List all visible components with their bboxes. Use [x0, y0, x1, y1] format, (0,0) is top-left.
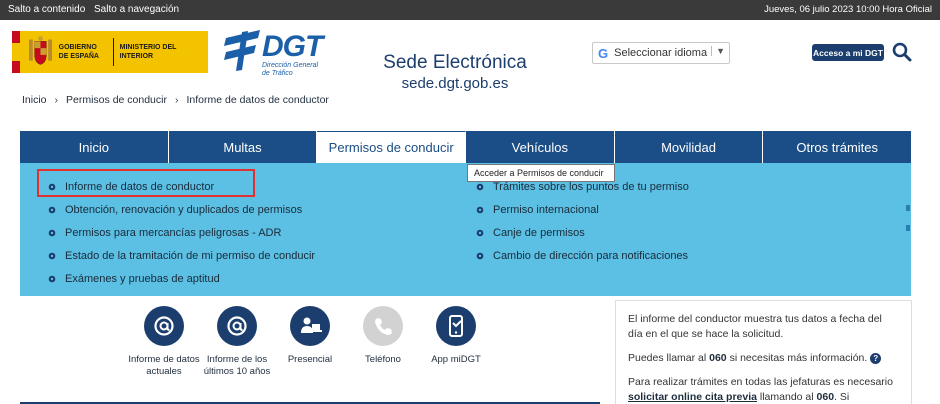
quick-option-label: Presencial	[287, 354, 333, 365]
access-my-dgt-button[interactable]: Acceso a mi DGT	[812, 44, 884, 61]
gobierno-text: GOBIERNO DE ESPAÑA	[58, 44, 99, 60]
dgt-logo[interactable]: DGT Dirección General de Tráfico	[222, 26, 332, 80]
sede-title: Sede Electrónica	[383, 52, 527, 73]
menu-item[interactable]: Estado de la tramitación de mi permiso d…	[48, 244, 315, 267]
gear-bullet-icon	[476, 229, 484, 236]
info-box: El informe del conductor muestra tus dat…	[615, 300, 912, 404]
scroll-indicator	[906, 205, 911, 235]
phone-icon	[363, 306, 403, 346]
info-text: si necesitas más información.	[726, 352, 868, 364]
gear-bullet-icon	[48, 229, 56, 236]
quick-access-options: Informe de datos actuales Informe de los…	[128, 306, 488, 396]
menu-item-label: Obtención, renovación y duplicados de pe…	[65, 203, 303, 216]
breadcrumb: Inicio › Permisos de conducir › Informe …	[22, 94, 329, 106]
search-icon[interactable]	[892, 42, 912, 62]
cita-previa-link[interactable]: solicitar online cita previa	[628, 391, 757, 403]
info-text: Para realizar trámites en todas las jefa…	[628, 376, 893, 388]
phone-number: 060	[709, 352, 727, 364]
sede-domain: sede.dgt.gob.es	[401, 75, 509, 92]
coat-of-arms-icon	[28, 36, 52, 65]
highlight-box	[37, 169, 255, 197]
current-date: Jueves, 06 julio 2023 10:00 Hora Oficial	[764, 4, 932, 15]
menu-item-label: Canje de permisos	[493, 226, 585, 239]
menu-item[interactable]: Obtención, renovación y duplicados de pe…	[48, 198, 315, 221]
quick-option-label: Informe de datos actuales	[128, 354, 200, 377]
menu-item-label: Trámites sobre los puntos de tu permiso	[493, 180, 689, 193]
quick-option-app[interactable]: App miDGT	[420, 306, 492, 366]
help-icon[interactable]: ?	[870, 352, 882, 364]
nav-tab-vehiculos[interactable]: Vehículos	[466, 131, 615, 163]
chevron-down-icon: ▼	[711, 46, 725, 56]
info-paragraph-2: Puedes llamar al 060 si necesitas más in…	[628, 351, 899, 366]
info-paragraph-1: El informe del conductor muestra tus dat…	[628, 313, 882, 340]
info-text: Puedes llamar al	[628, 352, 710, 364]
breadcrumb-current: Informe de datos de conductor	[186, 94, 329, 106]
dgt-mark-icon	[224, 30, 260, 71]
logo-separator	[112, 38, 114, 66]
nav-tab-otros-tramites[interactable]: Otros trámites	[763, 131, 911, 163]
quick-option-presencial[interactable]: Presencial	[274, 306, 346, 366]
menu-item[interactable]: Cambio de dirección para notificaciones	[476, 244, 689, 267]
menu-item[interactable]: Permiso internacional	[476, 198, 689, 221]
info-text: . Si	[834, 391, 850, 403]
quick-option-label: App miDGT	[431, 354, 481, 365]
menu-item-label: Exámenes y pruebas de aptitud	[65, 272, 220, 285]
menu-item[interactable]: Permisos para mercancías peligrosas - AD…	[48, 221, 315, 244]
gear-bullet-icon	[48, 275, 56, 282]
breadcrumb-inicio[interactable]: Inicio	[22, 94, 47, 106]
menu-item-label: Permiso internacional	[493, 203, 599, 216]
at-icon	[144, 306, 184, 346]
menu-item-label: Cambio de dirección para notificaciones	[493, 249, 689, 262]
sede-heading: Sede Electrónica sede.dgt.gob.es	[370, 52, 540, 92]
menu-item[interactable]: Canje de permisos	[476, 221, 689, 244]
dropdown-right-column: Trámites sobre los puntos de tu permiso …	[476, 175, 689, 267]
skip-to-content-link[interactable]: Salto a contenido	[8, 4, 85, 15]
nav-tooltip: Acceder a Permisos de conducir	[467, 164, 615, 182]
menu-item[interactable]: Exámenes y pruebas de aptitud	[48, 267, 315, 290]
nav-tab-multas[interactable]: Multas	[169, 131, 318, 163]
gear-bullet-icon	[48, 206, 56, 213]
quick-option-telefono[interactable]: Teléfono	[347, 306, 419, 366]
menu-item-label: Estado de la tramitación de mi permiso d…	[65, 249, 316, 262]
gobierno-espana-logo[interactable]: GOBIERNO DE ESPAÑA MINISTERIO DEL INTERI…	[12, 31, 208, 74]
quick-option-10-years-report[interactable]: Informe de los últimos 10 años	[201, 306, 273, 378]
language-selector-label: Seleccionar idioma	[614, 47, 708, 59]
person-desk-icon	[290, 306, 330, 346]
breadcrumb-permisos[interactable]: Permisos de conducir	[66, 94, 167, 106]
at-icon	[217, 306, 257, 346]
quick-option-label: Informe de los últimos 10 años	[203, 354, 271, 377]
menu-item-label: Permisos para mercancías peligrosas - AD…	[65, 226, 282, 239]
quick-option-label: Teléfono	[365, 354, 401, 365]
nav-tab-permisos[interactable]: Permisos de conducir	[317, 131, 467, 163]
quick-option-current-report[interactable]: Informe de datos actuales	[128, 306, 200, 378]
gear-bullet-icon	[476, 206, 484, 213]
nav-tab-inicio[interactable]: Inicio	[20, 131, 169, 163]
chevron-right-icon: ›	[174, 94, 179, 106]
dgt-wordmark: DGT	[262, 30, 323, 63]
top-bar: Salto a contenido Salto a navegación Jue…	[0, 0, 940, 20]
site-header: GOBIERNO DE ESPAÑA MINISTERIO DEL INTERI…	[0, 20, 940, 92]
dgt-subtitle: Dirección General de Tráfico	[262, 62, 319, 77]
gear-bullet-icon	[48, 252, 56, 259]
mobile-app-icon	[436, 306, 476, 346]
ministerio-text: MINISTERIO DEL INTERIOR	[119, 44, 177, 60]
info-paragraph-3: Para realizar trámites en todas las jefa…	[628, 375, 899, 404]
gear-bullet-icon	[476, 183, 484, 190]
language-selector[interactable]: G Seleccionar idioma ▼	[592, 42, 730, 64]
info-text: llamando al	[756, 391, 817, 403]
chevron-right-icon: ›	[54, 94, 59, 106]
flag-strip	[12, 31, 20, 74]
gear-bullet-icon	[476, 252, 484, 259]
google-g-icon: G	[598, 45, 609, 61]
skip-to-navigation-link[interactable]: Salto a navegación	[94, 4, 179, 15]
phone-number: 060	[816, 391, 835, 403]
nav-tab-movilidad[interactable]: Movilidad	[615, 131, 764, 163]
main-nav: Inicio Multas Permisos de conducir Vehíc…	[20, 131, 911, 163]
